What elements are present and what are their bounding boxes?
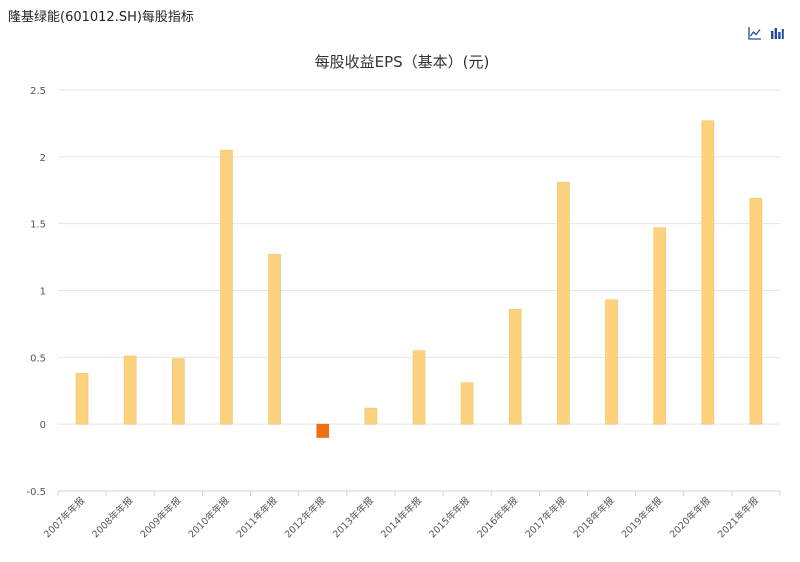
chart-title: 每股收益EPS（基本）(元): [315, 53, 490, 71]
y-tick-label: 2.5: [30, 86, 46, 97]
y-tick-label: 0: [40, 420, 46, 431]
x-tick-label: 2015年年报: [427, 494, 473, 540]
bar-2020年年报[interactable]: [701, 120, 715, 425]
x-tick-label: 2012年年报: [282, 494, 328, 540]
bars: [75, 120, 763, 438]
bar-2019年年报[interactable]: [653, 227, 666, 425]
bar-2017年年报[interactable]: [557, 181, 570, 425]
x-tick-label: 2011年年报: [234, 494, 280, 540]
gridlines: [58, 89, 780, 492]
y-tick-label: -0.5: [26, 487, 46, 498]
y-axis: 2.5 2 1.5 1 0.5 0 -0.5: [26, 86, 46, 498]
x-tick-label: 2018年年报: [571, 494, 617, 540]
y-tick-label: 0.5: [30, 353, 46, 364]
y-tick-label: 1: [40, 287, 46, 298]
x-tick-label: 2017年年报: [523, 494, 569, 540]
bar-2010年年报[interactable]: [220, 149, 233, 425]
x-tick-label: 2009年年报: [138, 494, 184, 540]
bar-2008年年报[interactable]: [123, 355, 137, 425]
x-tick-label: 2007年年报: [41, 494, 87, 540]
y-tick-label: 1.5: [30, 220, 46, 231]
bar-2014年年报[interactable]: [412, 350, 426, 425]
x-tick-label: 2010年年报: [186, 494, 232, 540]
bar-2018年年报[interactable]: [605, 299, 618, 425]
bar-2016年年报[interactable]: [508, 308, 522, 425]
bar-2021年年报[interactable]: [749, 197, 763, 425]
bar-2013年年报[interactable]: [364, 407, 378, 425]
eps-bar-chart: 每股收益EPS（基本）(元) 2.521.510.50-0.5 2007年年报 2…: [26, 53, 781, 540]
bar-2012年年报[interactable]: [316, 423, 330, 438]
x-tick-label: 2020年年报: [667, 494, 713, 540]
x-tick-label: 2008年年报: [90, 494, 136, 540]
bar-2015年年报[interactable]: [460, 382, 474, 425]
x-axis: 2007年年报 2008年年报 2009年年报 2010年年报 2011年年报 2012年…: [41, 490, 781, 540]
bar-2009年年报[interactable]: [172, 358, 185, 425]
x-tick-label: 2021年年报: [715, 494, 761, 540]
y-tick-label: 2: [40, 153, 46, 164]
bar-2007年年报[interactable]: [75, 373, 89, 425]
x-tick-label: 2016年年报: [475, 494, 521, 540]
x-tick-label: 2019年年报: [619, 494, 665, 540]
x-tick-label: 2014年年报: [378, 494, 424, 540]
x-tick-label: 2013年年报: [330, 494, 376, 540]
bar-2011年年报[interactable]: [268, 254, 281, 425]
